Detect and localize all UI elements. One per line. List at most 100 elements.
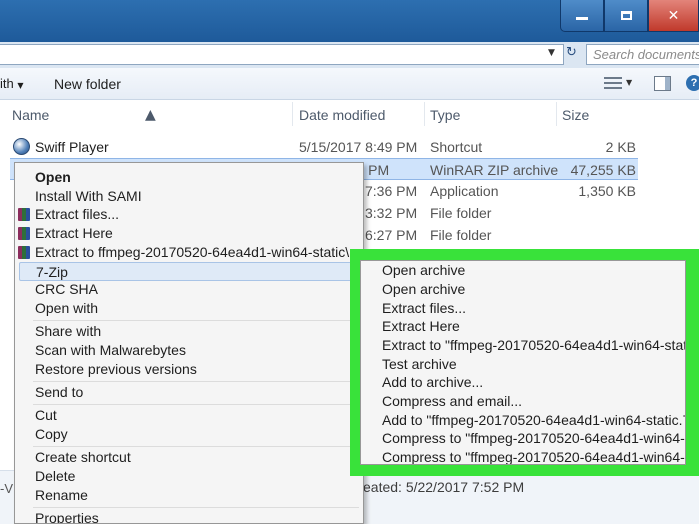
submenu-item-label: Open archive bbox=[382, 281, 466, 297]
column-divider[interactable] bbox=[424, 102, 425, 126]
menu-item-label: Extract Here bbox=[35, 225, 113, 241]
address-history-chevron-icon[interactable]: ▼ bbox=[548, 48, 555, 58]
help-icon[interactable]: ? bbox=[686, 75, 699, 91]
submenu-item-label: Compress to "ffmpeg-20170520-64ea4d1-win… bbox=[382, 449, 685, 465]
menu-item-7zip[interactable]: 7-Zip bbox=[19, 262, 361, 281]
submenu-item-label: Test archive bbox=[382, 356, 457, 372]
menu-separator bbox=[33, 320, 359, 321]
close-icon: ✕ bbox=[667, 7, 680, 24]
column-header-type[interactable]: Type bbox=[430, 107, 460, 123]
date-created: eated: 5/22/2017 7:52 PM bbox=[363, 479, 525, 495]
column-header-name[interactable]: Name bbox=[12, 107, 49, 123]
file-date: 5/15/2017 8:49 PM bbox=[299, 139, 418, 155]
submenu-item-compress-and-email[interactable]: Compress and email... bbox=[361, 392, 685, 411]
submenu-item-add-to-archive[interactable]: Add to archive... bbox=[361, 373, 685, 392]
menu-item-open-with[interactable]: Open with bbox=[15, 299, 363, 318]
swiff-player-icon bbox=[13, 138, 30, 155]
winrar-icon bbox=[18, 208, 30, 221]
close-button[interactable]: ✕ bbox=[648, 0, 699, 32]
column-divider[interactable] bbox=[292, 102, 293, 126]
menu-item-label: Delete bbox=[35, 468, 76, 484]
submenu-item-label: Extract files... bbox=[382, 300, 467, 316]
menu-item-install-with-sami[interactable]: Install With SAMI bbox=[15, 187, 363, 206]
file-type: File folder bbox=[430, 205, 492, 221]
menu-item-properties[interactable]: Properties bbox=[15, 509, 363, 523]
menu-item-cut[interactable]: Cut bbox=[15, 406, 363, 425]
file-row[interactable]: Swiff Player 5/15/2017 8:49 PM Shortcut … bbox=[0, 136, 699, 158]
submenu-item-extract-here[interactable]: Extract Here bbox=[361, 317, 685, 336]
menu-item-delete[interactable]: Delete bbox=[15, 467, 363, 486]
column-header-date[interactable]: Date modified bbox=[299, 107, 385, 123]
search-input[interactable]: Search documents bbox=[586, 44, 699, 65]
submenu-item-open-archive[interactable]: Open archive bbox=[361, 280, 685, 299]
submenu-item-compress-to-zip[interactable]: Compress to "ffmpeg-20170520-64ea4d1-win… bbox=[361, 448, 685, 465]
menu-item-label: CRC SHA bbox=[35, 281, 99, 297]
menu-item-restore-previous-versions[interactable]: Restore previous versions bbox=[15, 360, 363, 379]
menu-item-extract-files[interactable]: Extract files... bbox=[15, 205, 363, 224]
sort-arrow-icon: ▲ bbox=[145, 107, 156, 123]
change-view-icon[interactable] bbox=[604, 76, 622, 90]
address-row: ▼ ↻ Search documents bbox=[0, 42, 699, 68]
menu-item-crc-sha[interactable]: CRC SHA bbox=[15, 280, 363, 299]
file-type: Shortcut bbox=[430, 139, 483, 155]
file-type: Application bbox=[430, 183, 499, 199]
submenu-item-compress-to-7z-email[interactable]: Compress to "ffmpeg-20170520-64ea4d1-win… bbox=[361, 429, 685, 448]
details-left-text: -V bbox=[0, 481, 13, 496]
submenu-item-label: Add to archive... bbox=[382, 374, 484, 390]
menu-item-extract-to-folder[interactable]: Extract to ffmpeg-20170520-64ea4d1-win64… bbox=[15, 243, 363, 262]
file-size: 2 KB bbox=[605, 139, 636, 155]
menu-item-label: Open with bbox=[35, 300, 99, 316]
open-with-button[interactable]: ith ▼ bbox=[0, 76, 24, 91]
menu-item-open[interactable]: Open bbox=[15, 168, 363, 187]
file-name: Swiff Player bbox=[35, 139, 109, 155]
menu-item-copy[interactable]: Copy bbox=[15, 425, 363, 444]
submenu-item-open-archive[interactable]: Open archive bbox=[361, 261, 685, 280]
menu-item-label: Extract files... bbox=[35, 206, 120, 222]
preview-pane-icon[interactable] bbox=[654, 76, 671, 91]
menu-item-label: Open bbox=[35, 169, 71, 185]
file-size: 47,255 KB bbox=[570, 162, 636, 178]
refresh-icon[interactable]: ↻ bbox=[566, 45, 577, 60]
submenu-item-test-archive[interactable]: Test archive bbox=[361, 355, 685, 374]
menu-item-label: Install With SAMI bbox=[35, 188, 142, 204]
file-date: 6:27 PM bbox=[365, 227, 418, 243]
open-with-label: ith bbox=[0, 76, 14, 91]
menu-item-scan-malwarebytes[interactable]: Scan with Malwarebytes bbox=[15, 341, 363, 360]
menu-item-extract-here[interactable]: Extract Here bbox=[15, 224, 363, 243]
new-folder-button[interactable]: New folder bbox=[54, 76, 121, 92]
minimize-icon bbox=[576, 17, 588, 20]
submenu-item-label: Add to "ffmpeg-20170520-64ea4d1-win64-st… bbox=[382, 412, 686, 428]
minimize-button[interactable] bbox=[560, 0, 604, 32]
address-bar[interactable] bbox=[0, 44, 564, 65]
submenu-item-label: Open archive bbox=[382, 262, 466, 278]
menu-item-label: Rename bbox=[35, 487, 88, 503]
maximize-icon bbox=[620, 11, 632, 20]
menu-item-label: Create shortcut bbox=[35, 449, 131, 465]
menu-item-rename[interactable]: Rename bbox=[15, 486, 363, 505]
maximize-button[interactable] bbox=[604, 0, 648, 32]
file-size: 1,350 KB bbox=[578, 183, 636, 199]
column-divider[interactable] bbox=[556, 102, 557, 126]
submenu-item-extract-files[interactable]: Extract files... bbox=[361, 299, 685, 318]
file-date: 3:32 PM bbox=[365, 205, 418, 221]
menu-item-share-with[interactable]: Share with bbox=[15, 322, 363, 341]
column-header-size[interactable]: Size bbox=[562, 107, 589, 123]
column-headers: ▲ Name Date modified Type Size bbox=[0, 100, 699, 128]
title-bar: ✕ bbox=[0, 0, 699, 42]
menu-separator bbox=[33, 446, 359, 447]
view-options-chevron-icon[interactable]: ▼ bbox=[626, 78, 632, 87]
submenu-item-add-to-7z[interactable]: Add to "ffmpeg-20170520-64ea4d1-win64-st… bbox=[361, 411, 686, 430]
submenu-item-label: Compress and email... bbox=[382, 393, 523, 409]
file-type: WinRAR ZIP archive bbox=[430, 162, 559, 178]
menu-separator bbox=[33, 404, 359, 405]
menu-separator bbox=[33, 507, 359, 508]
chevron-down-icon: ▼ bbox=[17, 81, 24, 90]
submenu-item-extract-to-folder[interactable]: Extract to "ffmpeg-20170520-64ea4d1-win6… bbox=[361, 336, 685, 355]
menu-item-label: Scan with Malwarebytes bbox=[35, 342, 186, 358]
menu-item-send-to[interactable]: Send to bbox=[15, 383, 363, 402]
menu-item-label: Cut bbox=[35, 407, 57, 423]
submenu-item-label: Compress to "ffmpeg-20170520-64ea4d1-win… bbox=[382, 430, 685, 446]
menu-item-create-shortcut[interactable]: Create shortcut bbox=[15, 448, 363, 467]
command-bar: ith ▼ New folder ▼ ? bbox=[0, 68, 699, 100]
file-date: 7:36 PM bbox=[365, 183, 418, 199]
